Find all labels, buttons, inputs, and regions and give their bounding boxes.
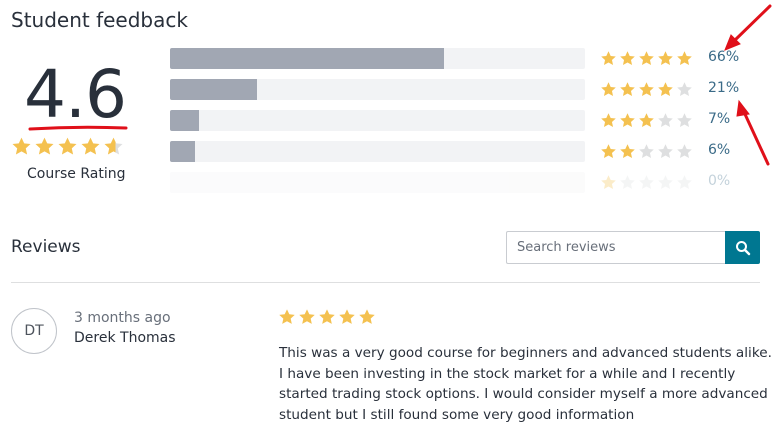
rating-bar[interactable] xyxy=(170,48,585,69)
star-icon xyxy=(676,50,693,67)
star-icon xyxy=(619,112,636,129)
rating-bar-fill xyxy=(170,48,444,69)
rating-filter-2-stars[interactable]: 6% xyxy=(170,141,780,163)
reviews-heading: Reviews xyxy=(11,237,81,257)
rating-bar-fill xyxy=(170,141,195,162)
star-icon xyxy=(676,143,693,160)
star-icon xyxy=(318,308,336,326)
star-icon xyxy=(638,174,655,191)
rating-filter-4-stars[interactable]: 21% xyxy=(170,79,780,101)
rating-percent-link[interactable]: 66% xyxy=(708,49,739,65)
star-icon xyxy=(638,112,655,129)
star-icon xyxy=(619,50,636,67)
rating-percent-link[interactable]: 21% xyxy=(708,80,739,96)
review-time: 3 months ago xyxy=(74,310,171,326)
rating-bar-stars xyxy=(600,143,693,160)
rating-filter-3-stars[interactable]: 7% xyxy=(170,110,780,132)
star-icon xyxy=(657,143,674,160)
star-icon xyxy=(619,81,636,98)
rating-percent-link[interactable]: 0% xyxy=(708,173,730,189)
star-icon xyxy=(657,174,674,191)
star-icon xyxy=(676,112,693,129)
star-icon xyxy=(103,136,124,157)
avatar: DT xyxy=(11,308,57,354)
rating-percent-link[interactable]: 7% xyxy=(708,111,730,127)
star-icon xyxy=(657,50,674,67)
star-icon xyxy=(34,136,55,157)
rating-bar-stars xyxy=(600,174,693,191)
annotation-underline xyxy=(28,125,128,131)
star-icon xyxy=(638,81,655,98)
star-icon xyxy=(600,81,617,98)
star-icon xyxy=(676,174,693,191)
star-icon xyxy=(11,136,32,157)
star-icon xyxy=(657,81,674,98)
rating-bar[interactable] xyxy=(170,79,585,100)
search-icon xyxy=(735,240,750,255)
rating-percent-link[interactable]: 6% xyxy=(708,142,730,158)
star-icon xyxy=(600,174,617,191)
rating-filter-1-stars[interactable]: 0% xyxy=(170,172,780,194)
rating-label: Course Rating xyxy=(27,166,126,182)
star-icon xyxy=(57,136,78,157)
star-icon xyxy=(638,50,655,67)
star-icon xyxy=(638,143,655,160)
search-button[interactable] xyxy=(725,231,760,264)
star-icon xyxy=(619,143,636,160)
star-icon xyxy=(80,136,101,157)
star-icon xyxy=(657,112,674,129)
search-field[interactable] xyxy=(506,231,726,264)
rating-bar[interactable] xyxy=(170,110,585,131)
rating-bar-stars xyxy=(600,81,693,98)
rating-filter-5-stars[interactable]: 66% xyxy=(170,48,780,70)
star-icon xyxy=(358,308,376,326)
star-icon xyxy=(298,308,316,326)
rating-bar-stars xyxy=(600,50,693,67)
average-rating: 4.6 xyxy=(24,56,127,133)
section-title: Student feedback xyxy=(11,8,188,32)
rating-bar-stars xyxy=(600,112,693,129)
rating-bar-fill xyxy=(170,79,258,100)
reviewer-name: Derek Thomas xyxy=(74,330,176,346)
star-icon xyxy=(278,308,296,326)
divider xyxy=(11,282,760,283)
star-icon xyxy=(676,81,693,98)
rating-stars xyxy=(11,136,124,157)
search-input[interactable] xyxy=(507,232,726,263)
star-icon xyxy=(338,308,356,326)
star-icon xyxy=(600,50,617,67)
review-text: This was a very good course for beginner… xyxy=(279,345,772,423)
rating-bar[interactable] xyxy=(170,141,585,162)
review-stars xyxy=(278,308,376,326)
rating-bar-fill xyxy=(170,110,200,131)
rating-bar[interactable] xyxy=(170,172,585,193)
star-icon xyxy=(600,143,617,160)
star-icon xyxy=(619,174,636,191)
star-icon xyxy=(600,112,617,129)
